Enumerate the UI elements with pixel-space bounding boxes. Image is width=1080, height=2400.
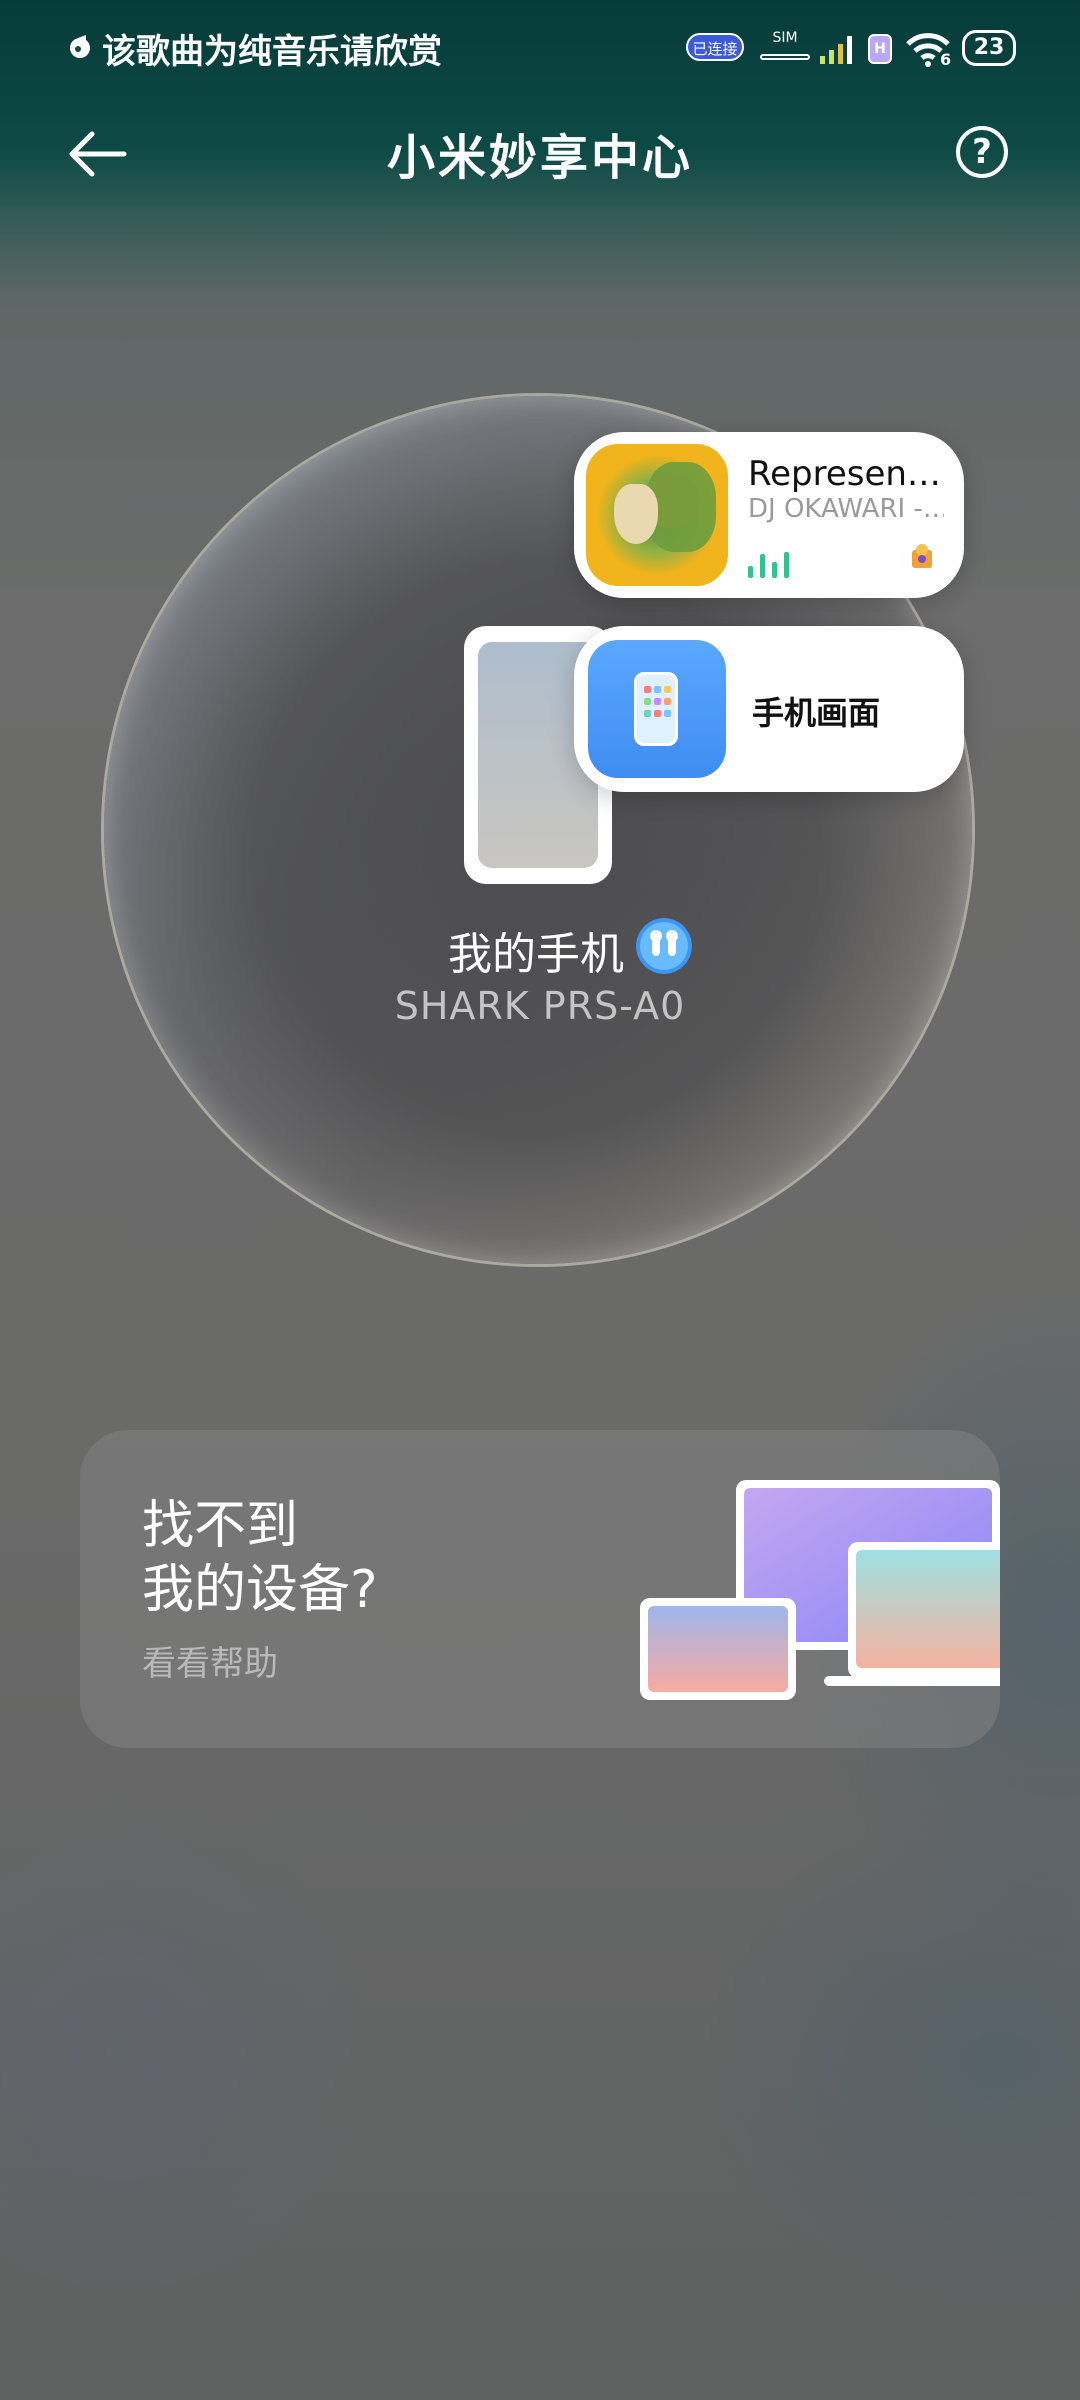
- view-help-link[interactable]: 看看帮助: [142, 1636, 278, 1685]
- connected-badge: 已连接: [686, 33, 744, 61]
- help-card-title-line1: 找不到: [142, 1496, 299, 1556]
- signal-icon: [820, 36, 852, 64]
- notification-text: 该歌曲为纯音乐请欣赏: [102, 32, 442, 72]
- phone-mirror-card[interactable]: 手机画面: [574, 626, 964, 792]
- album-art: [586, 444, 728, 586]
- phone-screen-icon: [588, 640, 726, 778]
- music-card[interactable]: Represen… DJ OKAWARI -…: [574, 432, 964, 598]
- battery-icon: 23: [962, 30, 1016, 66]
- app-grid-icon: [644, 686, 671, 717]
- h-network-icon: H: [868, 34, 892, 64]
- status-bar: 该歌曲为纯音乐请欣赏 已连接 SIM H 6 23: [0, 0, 1080, 96]
- help-card-title: 找不到 我的设备?: [142, 1494, 378, 1622]
- phone-mirror-label: 手机画面: [752, 694, 881, 732]
- music-artist: DJ OKAWARI -…: [748, 494, 944, 524]
- earbuds-icon: [636, 918, 692, 974]
- devices-illustration: [640, 1480, 1000, 1700]
- device-name: 我的手机: [448, 929, 624, 980]
- music-note-icon: [70, 35, 90, 58]
- battery-level: 23: [973, 35, 1005, 60]
- sim-icon: SIM: [760, 30, 810, 64]
- cant-find-device-card[interactable]: 找不到 我的设备? 看看帮助: [80, 1430, 1000, 1748]
- wifi-level: 6: [940, 50, 952, 69]
- device-model: SHARK PRS-A0: [394, 984, 686, 1028]
- help-icon[interactable]: ?: [956, 126, 1008, 178]
- music-title: Represen…: [748, 454, 941, 494]
- page-title: 小米妙享中心: [386, 130, 693, 186]
- help-card-title-line2: 我的设备?: [142, 1560, 378, 1620]
- sim-label: SIM: [772, 30, 798, 46]
- equalizer-icon: [748, 550, 792, 578]
- music-app-icon: [912, 544, 932, 568]
